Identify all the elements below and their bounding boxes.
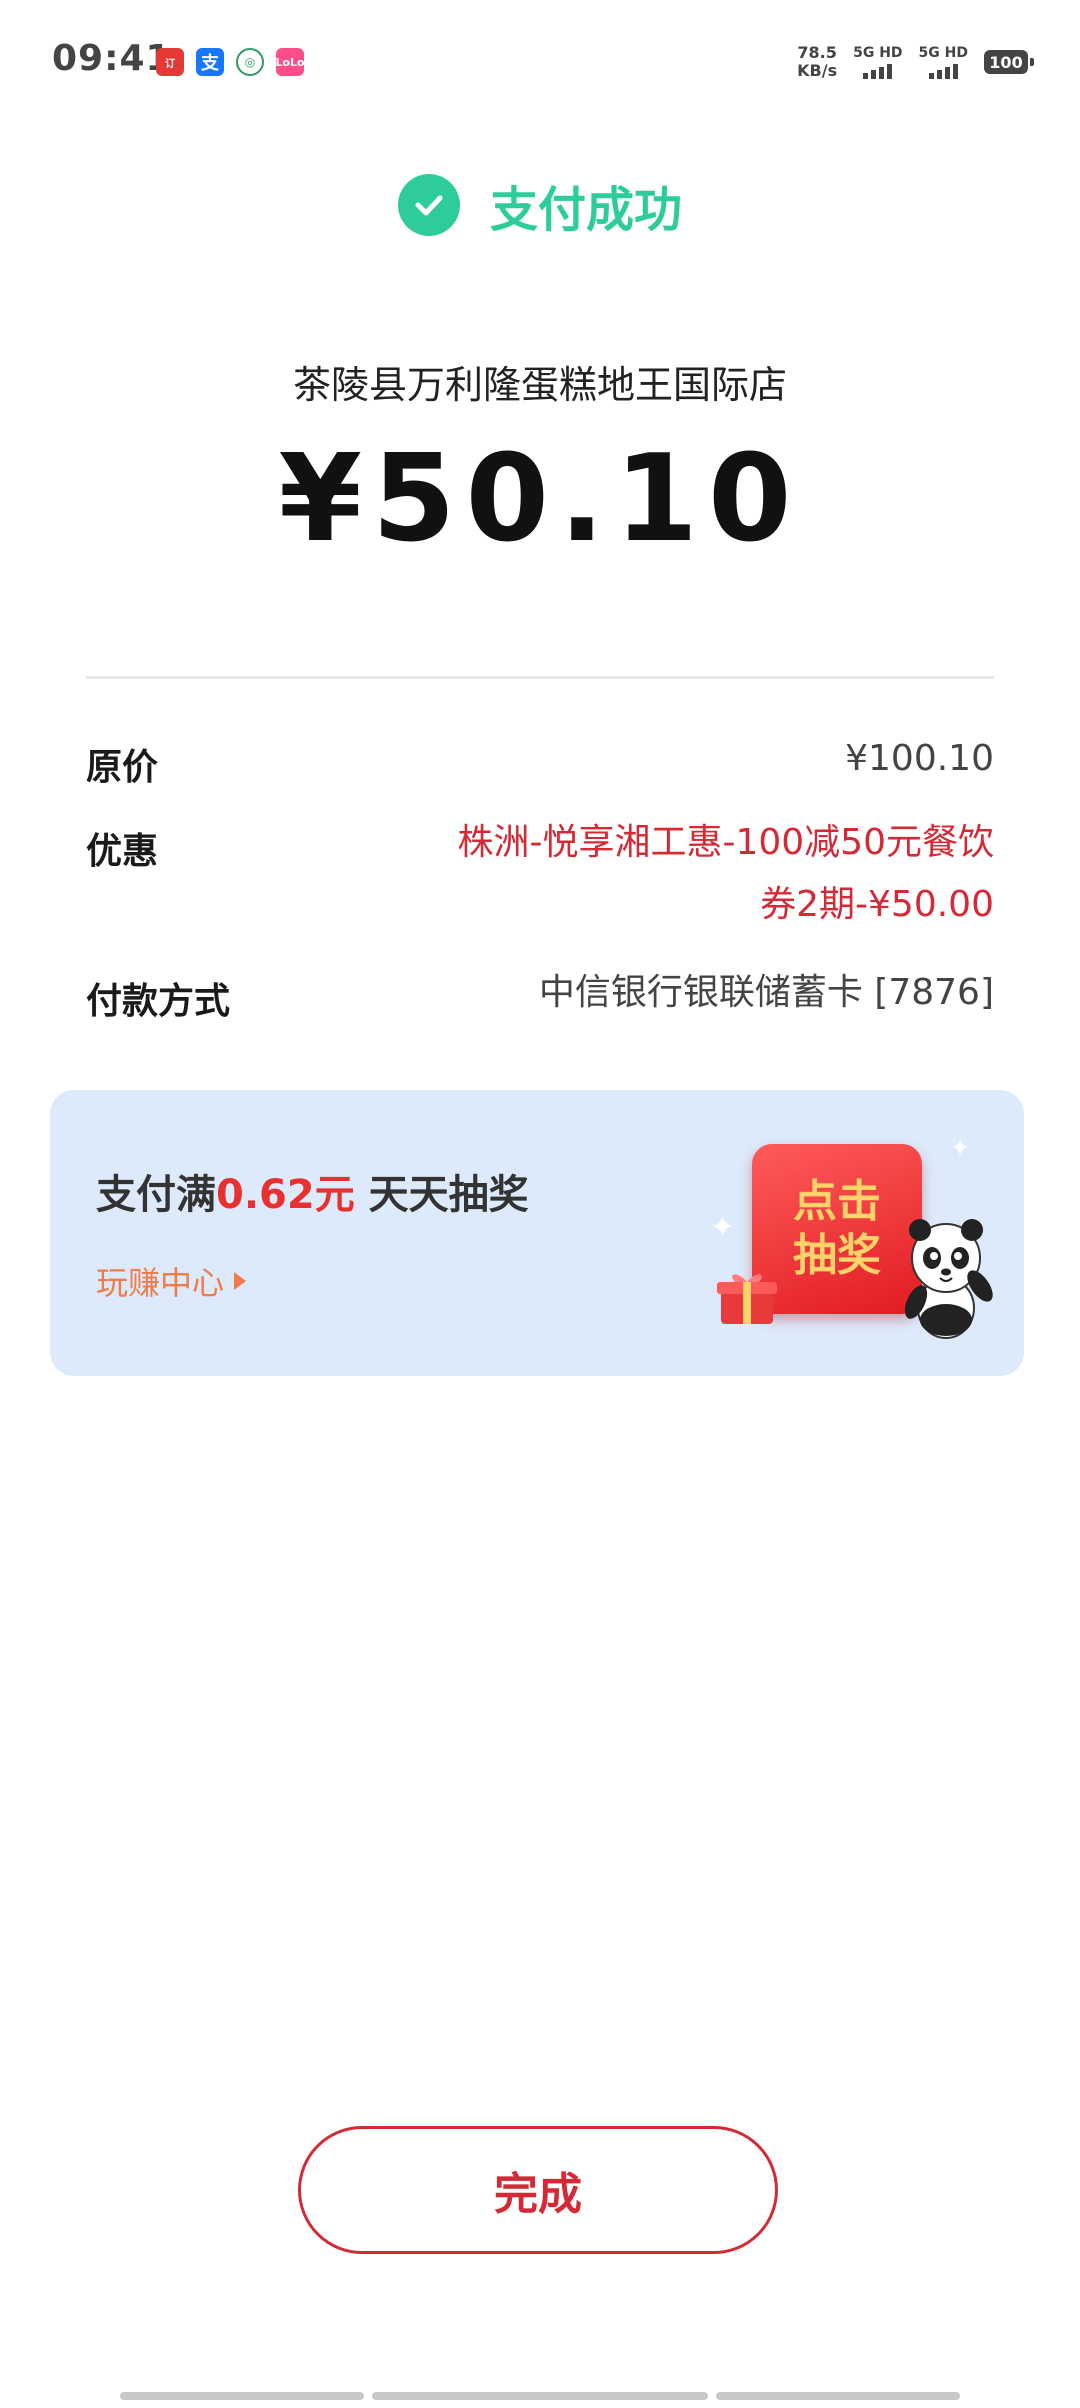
payment-amount: ¥50.10 — [278, 430, 802, 569]
gesture-bar-right — [716, 2392, 960, 2400]
signal-bars-icon — [863, 63, 893, 79]
payment-method-value: 中信银行银联储蓄卡 [7876] — [538, 972, 994, 1013]
app-notification-icon-3: ◎ — [236, 48, 264, 76]
payment-method-label: 付款方式 — [86, 981, 231, 1022]
panda-mascot-icon — [904, 1219, 993, 1339]
sim2-label: 5G HD — [918, 45, 968, 61]
discount-label: 优惠 — [86, 831, 159, 872]
status-indicators: 78.5 KB/s 5G HD 5G HD 100 — [797, 44, 1034, 80]
draw-lottery-label: 点击抽奖 — [793, 1176, 881, 1281]
payment-result-screen: 09:41 订 支 ◎ LoLo 78.5 KB/s 5G HD 5G HD 1… — [0, 0, 1080, 2408]
promo-title-amount: 0.62元 — [216, 1172, 355, 1218]
original-price-label: 原价 — [86, 747, 159, 788]
triangle-right-icon — [234, 1272, 247, 1290]
payment-method-row: 付款方式 中信银行银联储蓄卡 [7876] — [86, 972, 994, 1024]
gift-box-icon — [717, 1274, 777, 1324]
app-notification-icon-4: LoLo — [276, 48, 304, 76]
original-price-row: 原价 ¥100.10 — [86, 738, 994, 790]
promo-title: 支付满0.62元 天天抽奖 — [96, 1162, 529, 1220]
check-circle-icon — [397, 174, 460, 236]
discount-value: 株洲-悦享湘工惠-100减50元餐饮券2期-¥50.00 — [457, 822, 994, 925]
payment-status-text: 支付成功 — [489, 182, 682, 238]
battery-icon: 100 — [984, 50, 1034, 74]
network-speed: 78.5 KB/s — [797, 44, 837, 80]
signal-bars-icon — [928, 63, 958, 79]
discount-row: 优惠 株洲-悦享湘工惠-100减50元餐饮券2期-¥50.00 — [86, 822, 994, 936]
app-notification-icon-1: 订 — [156, 48, 184, 76]
status-bar: 09:41 订 支 ◎ LoLo 78.5 KB/s 5G HD 5G HD 1… — [0, 0, 1080, 128]
notification-icons: 订 支 ◎ LoLo — [156, 48, 304, 76]
alipay-notification-icon: 支 — [196, 48, 224, 76]
promo-title-suffix: 天天抽奖 — [354, 1172, 529, 1218]
status-time: 09:41 — [52, 38, 172, 79]
network-speed-value: 78.5 — [797, 43, 837, 62]
sparkle-icon: ✦ — [710, 1210, 736, 1245]
payment-status: 支付成功 — [0, 170, 1080, 240]
play-earn-center-label: 玩赚中心 — [96, 1264, 225, 1302]
divider — [86, 676, 994, 679]
original-price-value: ¥100.10 — [845, 738, 994, 779]
lottery-promo-banner[interactable]: 支付满0.62元 天天抽奖 玩赚中心 ✦ ✦ 点击抽奖 — [50, 1090, 1024, 1376]
play-earn-center-link[interactable]: 玩赚中心 — [96, 1258, 247, 1304]
done-button[interactable]: 完成 — [298, 2126, 778, 2254]
sparkle-icon: ✦ — [950, 1134, 971, 1162]
network-speed-unit: KB/s — [797, 61, 838, 80]
sim2-signal: 5G HD — [919, 45, 968, 79]
gesture-bar-center[interactable] — [372, 2392, 708, 2400]
merchant-name: 茶陵县万利隆蛋糕地王国际店 — [292, 363, 787, 407]
promo-title-prefix: 支付满 — [96, 1172, 216, 1218]
sim1-label: 5G HD — [853, 45, 903, 61]
sim1-signal: 5G HD — [853, 45, 903, 79]
gesture-bar-left — [120, 2392, 364, 2400]
